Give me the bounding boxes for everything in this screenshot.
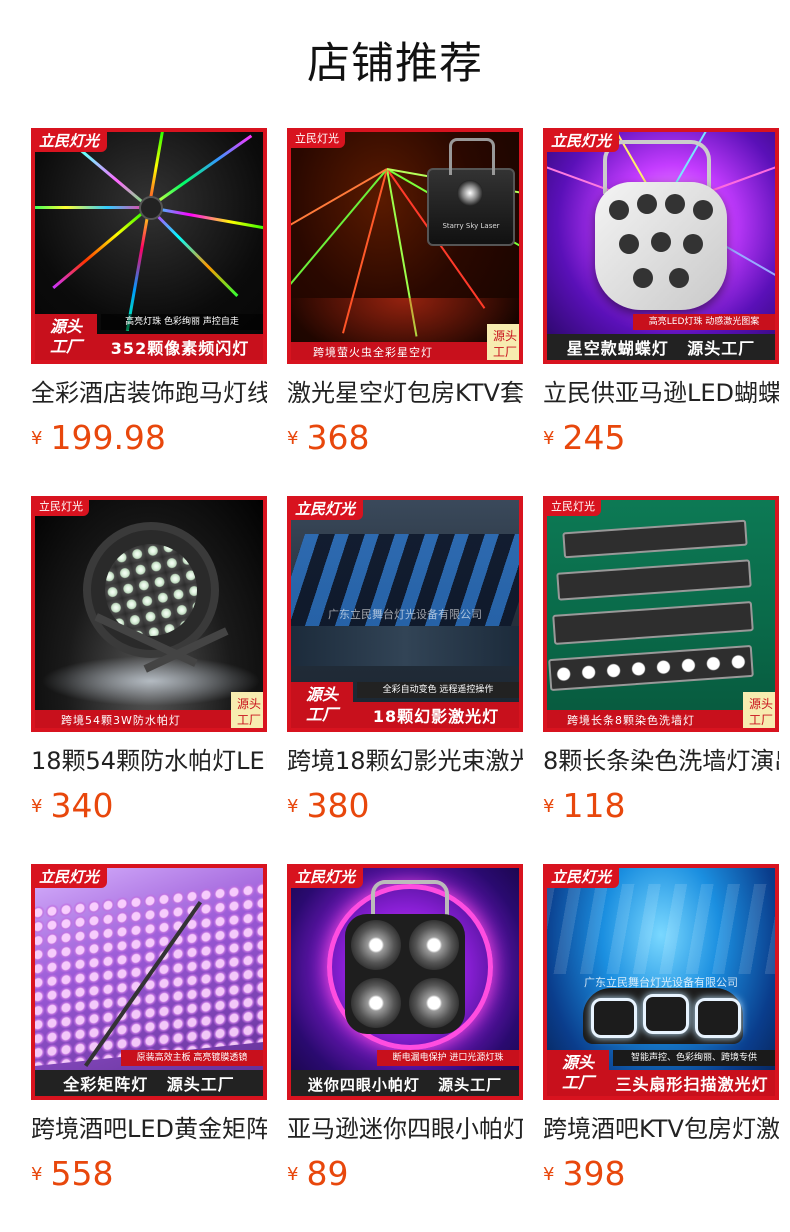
product-name[interactable]: 立民供亚马逊LED蝴蝶 (543, 376, 779, 410)
source-factory-tag: 源头 工厂 (35, 314, 97, 360)
product-card[interactable]: 立民灯光 跨境54颗3W防水帕灯 源头 工厂 18颗54颗防水帕灯LED ¥34… (31, 496, 267, 836)
currency-symbol: ¥ (543, 1163, 555, 1185)
source-factory-tag: 源头 工厂 (547, 1050, 609, 1096)
currency-symbol: ¥ (287, 427, 299, 449)
currency-symbol: ¥ (287, 1163, 299, 1185)
product-card[interactable]: Starry Sky Laser 立民灯光 跨境萤火虫全彩星空灯 源头 工厂 激… (287, 128, 523, 468)
image-caption: 跨境长条8颗染色洗墙灯 (543, 710, 743, 732)
product-image[interactable]: 立民灯光 高亮LED灯珠 动感激光图案 星空款蝴蝶灯 源头工厂 (543, 128, 779, 364)
product-price: ¥245 (543, 418, 625, 458)
brand-badge: 立民灯光 (33, 866, 108, 888)
product-name[interactable]: 跨境酒吧KTV包房灯激光 (543, 1112, 779, 1146)
currency-symbol: ¥ (543, 795, 555, 817)
product-image[interactable]: 立民灯光 广东立民舞台灯光设备有限公司 全彩自动变色 远程遥控操作 18颗幻影激… (287, 496, 523, 732)
page-title: 店铺推荐 (307, 39, 483, 89)
image-subcaption: 高亮LED灯珠 动感激光图案 (633, 314, 775, 330)
laser-device: Starry Sky Laser (427, 168, 515, 246)
brand-badge: 立民灯光 (33, 498, 89, 516)
price-value: 558 (50, 1154, 114, 1193)
product-name[interactable]: 亚马逊迷你四眼小帕灯 (287, 1112, 523, 1146)
watermark: 广东立民舞台灯光设备有限公司 (328, 608, 482, 621)
image-caption: 星空款蝴蝶灯 源头工厂 (543, 334, 779, 364)
image-subcaption: 智能声控、色彩绚丽、跨境专供 (613, 1050, 775, 1066)
price-value: 118 (562, 786, 626, 825)
price-value: 368 (306, 418, 370, 457)
product-image[interactable]: 立民灯光 高亮灯珠 色彩绚丽 声控自走 352颗像素频闪灯 源头 工厂 (31, 128, 267, 364)
product-image[interactable]: 广东立民舞台灯光设备有限公司 立民灯光 智能声控、色彩绚丽、跨境专供 三头扇形扫… (543, 864, 779, 1100)
image-caption: 跨境萤火虫全彩星空灯 (287, 342, 487, 364)
product-price: ¥398 (543, 1154, 625, 1194)
four-eye-device (345, 914, 465, 1034)
product-card[interactable]: 立民灯光 广东立民舞台灯光设备有限公司 全彩自动变色 远程遥控操作 18颗幻影激… (287, 496, 523, 836)
product-name[interactable]: 8颗长条染色洗墙灯演出 (543, 744, 779, 778)
product-image[interactable]: 立民灯光 跨境54颗3W防水帕灯 源头 工厂 (31, 496, 267, 732)
product-price: ¥380 (287, 786, 369, 826)
product-name[interactable]: 18颗54颗防水帕灯LED (31, 744, 267, 778)
brand-badge: 立民灯光 (545, 498, 601, 516)
price-value: 398 (562, 1154, 626, 1193)
currency-symbol: ¥ (31, 1163, 43, 1185)
brand-badge: 立民灯光 (33, 130, 108, 152)
product-card[interactable]: 立民灯光 高亮灯珠 色彩绚丽 声控自走 352颗像素频闪灯 源头 工厂 全彩酒店… (31, 128, 267, 468)
product-price: ¥89 (287, 1154, 348, 1194)
source-factory-tag: 源头 工厂 (743, 692, 779, 732)
source-factory-tag: 源头 工厂 (487, 324, 523, 364)
product-card[interactable]: 广东立民舞台灯光设备有限公司 立民灯光 智能声控、色彩绚丽、跨境专供 三头扇形扫… (543, 864, 779, 1204)
price-value: 199.98 (50, 418, 166, 457)
product-price: ¥340 (31, 786, 113, 826)
price-value: 245 (562, 418, 626, 457)
currency-symbol: ¥ (543, 427, 555, 449)
product-image[interactable]: 立民灯光 跨境长条8颗染色洗墙灯 源头 工厂 (543, 496, 779, 732)
brand-badge: 立民灯光 (289, 866, 364, 888)
product-image[interactable]: Starry Sky Laser 立民灯光 跨境萤火虫全彩星空灯 源头 工厂 (287, 128, 523, 364)
price-value: 340 (50, 786, 114, 825)
image-subcaption: 全彩自动变色 远程遥控操作 (357, 682, 519, 698)
product-name[interactable]: 激光星空灯包房KTV套 (287, 376, 523, 410)
product-price: ¥199.98 (31, 418, 166, 458)
source-factory-tag: 源头 工厂 (231, 692, 267, 732)
product-card[interactable]: 立民灯光 跨境长条8颗染色洗墙灯 源头 工厂 8颗长条染色洗墙灯演出 ¥118 (543, 496, 779, 836)
product-name[interactable]: 跨境酒吧LED黄金矩阵 (31, 1112, 267, 1146)
product-image[interactable]: 立民灯光 断电漏电保护 进口光源灯珠 迷你四眼小帕灯 源头工厂 (287, 864, 523, 1100)
source-factory-tag: 源头 工厂 (291, 682, 353, 728)
product-price: ¥118 (543, 786, 625, 826)
brand-badge: 立民灯光 (289, 130, 345, 148)
product-name[interactable]: 全彩酒店装饰跑马灯线 (31, 376, 267, 410)
currency-symbol: ¥ (31, 795, 43, 817)
image-caption: 跨境54颗3W防水帕灯 (31, 710, 231, 732)
product-price: ¥558 (31, 1154, 113, 1194)
three-head-device (583, 988, 743, 1044)
product-card[interactable]: 立民灯光 断电漏电保护 进口光源灯珠 迷你四眼小帕灯 源头工厂 亚马逊迷你四眼小… (287, 864, 523, 1204)
brand-badge: 立民灯光 (289, 498, 364, 520)
image-subcaption: 原装高效主板 高亮镀膜透镜 (121, 1050, 263, 1066)
image-subcaption: 高亮灯珠 色彩绚丽 声控自走 (101, 314, 263, 330)
product-name[interactable]: 跨境18颗幻影光束激光 (287, 744, 523, 778)
currency-symbol: ¥ (31, 427, 43, 449)
image-caption: 迷你四眼小帕灯 源头工厂 (287, 1070, 523, 1100)
brand-badge: 立民灯光 (545, 866, 620, 888)
device-label: Starry Sky Laser (442, 222, 500, 230)
product-card[interactable]: 立民灯光 高亮LED灯珠 动感激光图案 星空款蝴蝶灯 源头工厂 立民供亚马逊LE… (543, 128, 779, 468)
image-subcaption: 断电漏电保护 进口光源灯珠 (377, 1050, 519, 1066)
brand-badge: 立民灯光 (545, 130, 620, 152)
currency-symbol: ¥ (287, 795, 299, 817)
price-value: 89 (306, 1154, 349, 1193)
product-image[interactable]: 立民灯光 原装高效主板 高亮镀膜透镜 全彩矩阵灯 源头工厂 (31, 864, 267, 1100)
product-card[interactable]: 立民灯光 原装高效主板 高亮镀膜透镜 全彩矩阵灯 源头工厂 跨境酒吧LED黄金矩… (31, 864, 267, 1204)
image-caption: 全彩矩阵灯 源头工厂 (31, 1070, 267, 1100)
butterfly-device (595, 182, 727, 310)
price-value: 380 (306, 786, 370, 825)
product-price: ¥368 (287, 418, 369, 458)
